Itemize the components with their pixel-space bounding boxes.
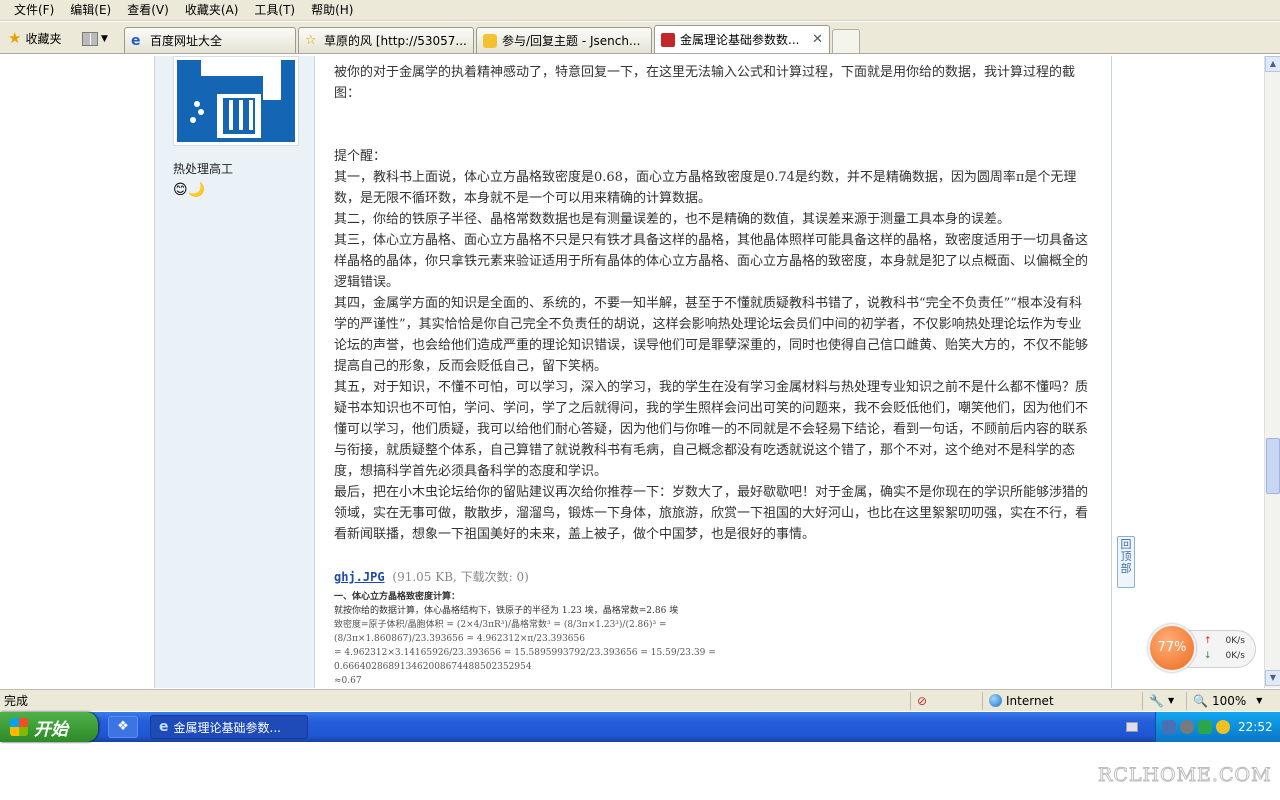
quick-tabs-button[interactable]: ▼ [82,25,122,53]
system-tray: 22:52 [1155,712,1280,742]
download-speed: 0K/s [1225,651,1245,661]
attachment-meta: (91.05 KB, 下载次数: 0) [392,570,529,584]
formula-line: = 4.962312×3.14165926/23.393656 = 15.589… [334,648,716,672]
formula-image[interactable]: 一、体心立方晶格致密度计算： 就按你给的数据计算，体心晶格结构下，铁原子的半径为… [334,590,754,688]
start-button[interactable]: 开始 [0,712,98,742]
globe-icon [989,694,1002,707]
tab-bar: ★ 收藏夹 ▼ e 百度网址大全 ☆ 草原的风 [http://53057...… [0,22,1280,54]
menu-favorites[interactable]: 收藏夹(A) [177,0,247,21]
user-sidebar: 热处理高工 😊🌙 [154,56,315,688]
ie-icon: e [159,719,169,735]
privacy-cell[interactable]: ⊘ [910,691,982,710]
post-spacer [334,104,1094,146]
menu-edit[interactable]: 编辑(E) [62,0,119,21]
status-bar: 完成 ⊘ Internet 🔧 ▼ 🔍 100% ▼ [0,689,1280,711]
chevron-down-icon[interactable]: ▼ [101,34,108,44]
upload-speed-row: ↑ 0K/s [1204,636,1245,646]
emoticon-icons: 😊🌙 [173,182,206,198]
forum-icon [661,32,675,47]
clock[interactable]: 22:52 [1238,720,1273,734]
formula-heading: 一、体心立方晶格致密度计算： [334,592,461,602]
windows-logo-icon [10,718,28,736]
shield-icon[interactable] [1198,720,1212,734]
favorites-button[interactable]: ★ 收藏夹 [0,23,80,53]
menu-bar: 文件(F) 编辑(E) 查看(V) 收藏夹(A) 工具(T) 帮助(H) [0,0,1280,21]
volume-icon[interactable] [1180,720,1194,734]
new-tab-button[interactable] [832,29,860,53]
magnifier-icon: 🔍 [1193,693,1208,708]
taskbar: 开始 ❖ e 金属理论基础参数... 22:52 [0,712,1280,742]
taskbar-window-button[interactable]: e 金属理论基础参数... [150,715,308,739]
screen: 文件(F) 编辑(E) 查看(V) 收藏夹(A) 工具(T) 帮助(H) ★ 收… [0,0,1280,800]
chevron-down-icon: ▼ [1256,696,1263,705]
formula-line: 就按你给的数据计算，体心晶格结构下，铁原子的半径为 1.23 埃，晶格常数=2.… [334,606,679,616]
chat-icon [483,33,497,48]
attachment: ghj.JPG (91.05 KB, 下载次数: 0) [334,568,529,585]
star-icon: ☆ [305,32,317,48]
status-text: 完成 [4,694,29,708]
star-icon: ★ [8,29,22,47]
zoom-control[interactable]: 🔍 100% ▼ [1186,691,1278,710]
speed-percent: 77% [1148,624,1196,672]
scroll-thumb[interactable] [1266,438,1280,494]
zone-cell: Internet [982,691,1142,710]
privacy-icon: ⊘ [917,693,928,708]
watermark: RCLHOME.COM [1098,764,1272,787]
security-icon[interactable] [1216,720,1230,734]
post-paragraph: 其四，金属学方面的知识是全面的、系统的，不要一知半解，甚至于不懂就质疑教科书错了… [334,296,1089,374]
zoom-level: 100% [1211,693,1247,708]
quick-launch-icon[interactable]: ❖ [108,716,138,738]
post-paragraph: 被你的对于金属学的执着精神感动了，特意回复一下，在这里无法输入公式和计算过程，下… [334,65,1076,101]
tab-baidu[interactable]: e 百度网址大全 [124,27,296,53]
menu-help[interactable]: 帮助(H) [303,0,361,21]
avatar[interactable] [173,56,299,146]
scroll-down-button[interactable]: ▼ [1265,670,1280,686]
protected-mode-cell[interactable]: 🔧 ▼ [1142,691,1186,710]
tab-title: 金属理论基础参数数... [680,33,800,47]
formula-line: ≈0.67 [334,676,362,686]
user-title: 热处理高工 [173,162,234,176]
tab-title: 百度网址大全 [150,34,223,48]
post-paragraph: 其一，教科书上面说，体心立方晶格致密度是0.68，面心立方晶格致密度是0.74是… [334,170,1077,206]
quick-tabs-icon [82,32,98,46]
post-paragraph: 提个醒： [334,149,387,164]
upload-speed: 0K/s [1225,636,1245,646]
vertical-scrollbar[interactable]: ▲ ▼ [1264,56,1280,688]
close-icon[interactable]: ✕ [812,32,823,47]
download-speed-row: ↓ 0K/s [1204,651,1245,661]
formula-line: 致密度=原子体积/晶胞体积 = (2×4/3πR³)/晶格常数³ = (8/3π… [334,620,667,644]
wrench-icon: 🔧 [1149,693,1164,708]
post-paragraph: 其三，体心立方晶格、面心立方晶格不只是只有铁才具备这样的晶格，其他晶体照样可能具… [334,233,1089,290]
task-title: 金属理论基础参数... [173,720,281,735]
post-text: 被你的对于金属学的执着精神感动了，特意回复一下，在这里无法输入公式和计算过程，下… [334,62,1094,545]
post-paragraph: 其二，你给的铁原子半径、晶格常数数据也是有测量误差的，也不是精确的数值，其误差来… [334,212,1011,227]
network-icon[interactable] [1162,720,1176,734]
tab-title: 草原的风 [http://53057... [324,34,467,48]
ie-icon: e [131,32,141,49]
page-content: 热处理高工 😊🌙 被你的对于金属学的执着精神感动了，特意回复一下，在这里无法输入… [0,56,1264,688]
chevron-down-icon: ▼ [1167,696,1175,705]
keyboard-icon[interactable] [1126,722,1138,732]
zone-label: Internet [1006,693,1054,708]
start-label: 开始 [34,719,68,740]
tab-title: 参与/回复主题 - Jsench... [502,34,641,48]
tab-caoyuan[interactable]: ☆ 草原的风 [http://53057... [298,27,474,53]
menu-file[interactable]: 文件(F) [6,0,62,21]
menu-tools[interactable]: 工具(T) [246,0,303,21]
post-body: 被你的对于金属学的执着精神感动了，特意回复一下，在这里无法输入公式和计算过程，下… [316,56,1112,688]
menu-view[interactable]: 查看(V) [119,0,177,21]
post-paragraph: 最后，把在小木虫论坛给你的留贴建议再次给你推荐一下：岁数大了，最好歇歇吧！对于金… [334,485,1089,542]
post-paragraph: 其五，对于知识，不懂不可怕，可以学习，深入的学习，我的学生在没有学习金属材料与热… [334,380,1089,479]
trash-icon [177,60,295,142]
back-to-top-button[interactable]: 回顶部 [1117,536,1135,588]
scroll-up-button[interactable]: ▲ [1265,56,1280,72]
favorites-label: 收藏夹 [25,31,62,46]
download-arrow-icon: ↓ [1204,651,1212,661]
attachment-link[interactable]: ghj.JPG [334,570,385,584]
network-speed-widget[interactable]: 77% ↑ 0K/s ↓ 0K/s [1148,624,1256,674]
tab-reply[interactable]: 参与/回复主题 - Jsench... [476,27,652,53]
upload-arrow-icon: ↑ [1204,636,1212,646]
tab-active[interactable]: 金属理论基础参数数... ✕ [654,25,830,53]
